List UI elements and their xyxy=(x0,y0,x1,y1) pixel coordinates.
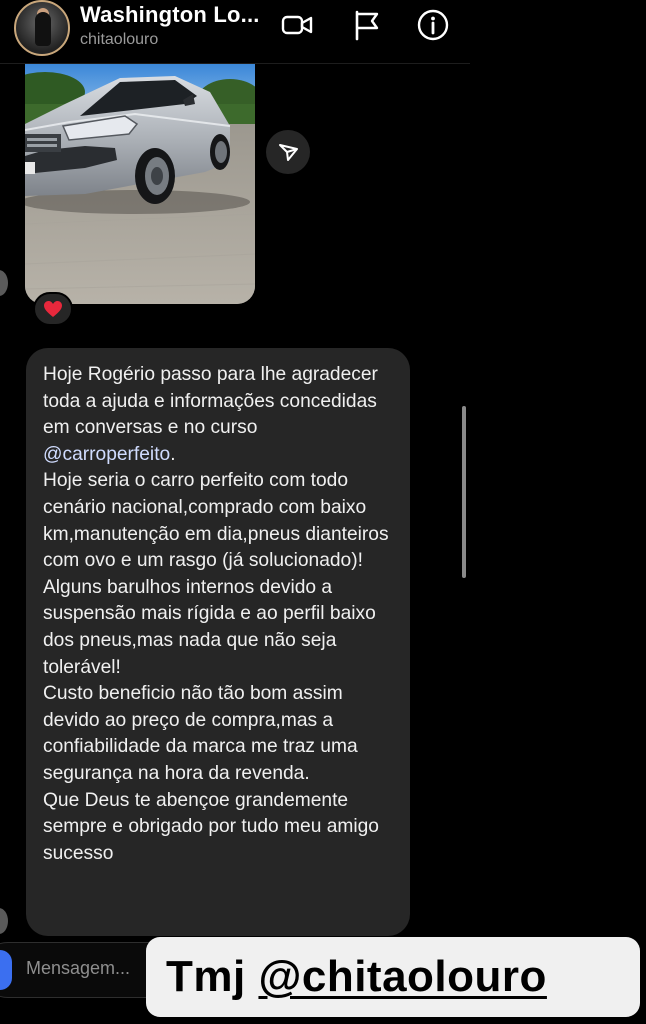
caption-prefix: Tmj xyxy=(166,952,259,1001)
chat-header: Washington Lo... chitaolouro xyxy=(0,0,470,64)
sender-avatar-dot xyxy=(0,270,8,296)
caption-handle: @chitaolouro xyxy=(258,952,547,1001)
mention-link[interactable]: @carroperfeito xyxy=(43,444,170,465)
message-text: Hoje Rogério passo para lhe agradecer to… xyxy=(43,362,394,867)
message-text-part: Hoje Rogério passo para lhe agradecer to… xyxy=(43,364,384,439)
heart-reaction[interactable] xyxy=(33,292,73,326)
car-photo-message[interactable] xyxy=(25,64,255,304)
avatar[interactable] xyxy=(14,0,70,56)
contact-username[interactable]: chitaolouro xyxy=(80,31,158,49)
message-text-part: . Hoje seria o carro perfeito com todo c… xyxy=(43,443,389,864)
text-message-bubble[interactable]: Hoje Rogério passo para lhe agradecer to… xyxy=(26,348,410,936)
video-call-icon[interactable] xyxy=(280,8,314,42)
caption-sticker: Tmj @chitaolouro xyxy=(146,937,640,1017)
send-icon xyxy=(279,144,298,161)
sender-avatar-dot xyxy=(0,908,8,934)
info-icon[interactable] xyxy=(416,8,450,42)
car-photo xyxy=(25,64,255,304)
share-button[interactable] xyxy=(266,130,310,174)
avatar-figure xyxy=(35,12,51,46)
flag-icon[interactable] xyxy=(350,8,384,42)
heart-icon xyxy=(44,301,62,317)
contact-name[interactable]: Washington Lo... xyxy=(80,2,260,28)
message-input[interactable]: Mensagem... xyxy=(26,958,130,979)
scrollbar[interactable] xyxy=(462,406,466,578)
camera-icon[interactable] xyxy=(0,950,12,990)
